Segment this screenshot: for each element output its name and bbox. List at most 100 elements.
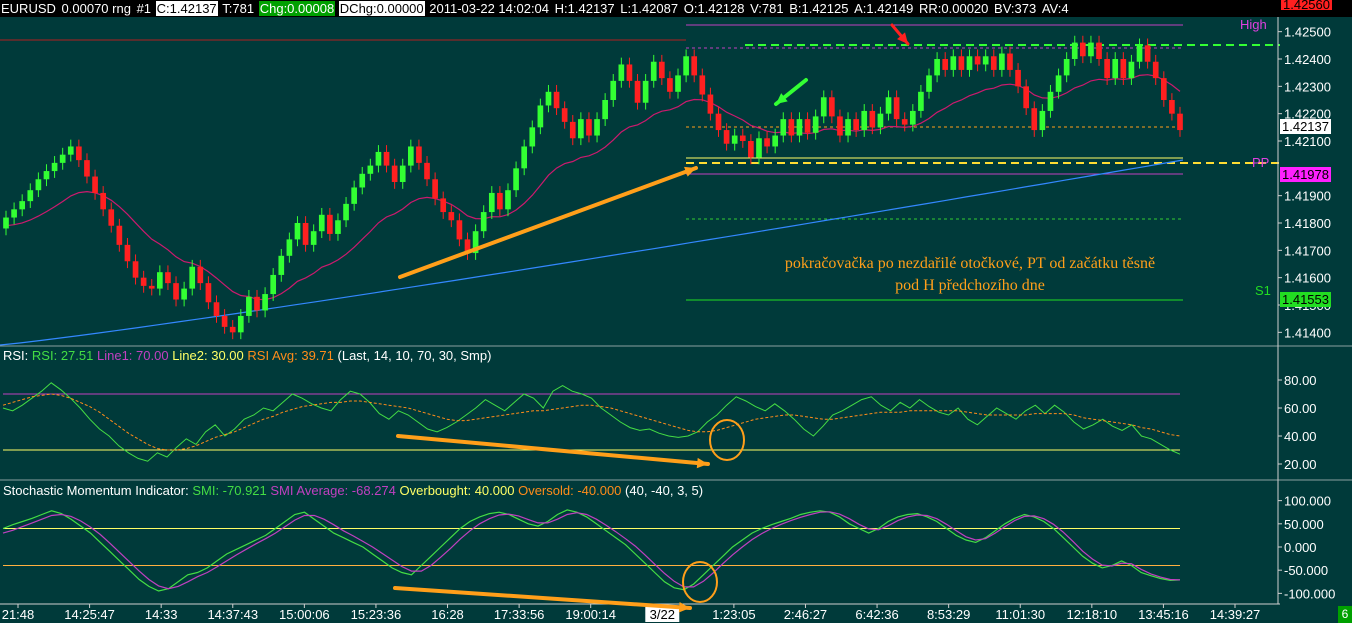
candle bbox=[84, 153, 90, 184]
candle-body bbox=[561, 108, 568, 122]
s1-price-tag: 1.41553 bbox=[1280, 292, 1331, 307]
symbol: EURUSD bbox=[1, 1, 56, 16]
candle bbox=[383, 145, 390, 173]
candle bbox=[699, 68, 706, 102]
candle-body bbox=[310, 231, 317, 245]
smi-avg-line bbox=[2, 511, 1181, 590]
rsi-circle bbox=[709, 419, 745, 461]
candle-body bbox=[804, 119, 811, 133]
candle-body bbox=[893, 97, 900, 120]
last-price-tag: 1.42137 bbox=[1280, 119, 1331, 134]
candle-body bbox=[189, 266, 196, 289]
candle bbox=[488, 186, 495, 219]
candle bbox=[359, 166, 366, 195]
corner-indicator: 6 bbox=[1338, 606, 1352, 623]
candle bbox=[148, 279, 155, 296]
candle bbox=[310, 224, 317, 252]
price-tick-label: 1.42100 bbox=[1284, 134, 1331, 149]
candle-body bbox=[715, 113, 722, 131]
candle-body bbox=[237, 315, 244, 333]
smi-tick-label: -100.000 bbox=[1284, 586, 1335, 601]
rsi-legend-line2: Line2: 30.00 bbox=[172, 348, 244, 363]
time-tick-label: 14:39:27 bbox=[1210, 607, 1261, 622]
candle bbox=[140, 270, 147, 293]
candle-body bbox=[739, 135, 746, 141]
candle-body bbox=[448, 212, 455, 221]
candle bbox=[942, 52, 949, 77]
candle bbox=[618, 57, 625, 88]
candle bbox=[302, 216, 309, 252]
chart-canvas[interactable]: 1.425001.424001.423001.422001.421001.419… bbox=[0, 0, 1352, 623]
candle-body bbox=[594, 119, 600, 136]
volume-value: V:781 bbox=[750, 1, 784, 16]
candle-body bbox=[885, 97, 892, 114]
candle-body bbox=[254, 296, 260, 311]
smi-tick-label: 100.000 bbox=[1284, 494, 1331, 509]
candle-body bbox=[1136, 45, 1143, 62]
candle-body bbox=[1080, 42, 1086, 57]
candle bbox=[407, 139, 414, 173]
candle bbox=[634, 74, 641, 110]
candle bbox=[1055, 68, 1062, 99]
candle bbox=[561, 101, 568, 129]
candle bbox=[1136, 38, 1143, 69]
candle bbox=[756, 131, 762, 165]
candle bbox=[513, 161, 519, 198]
candle-body bbox=[1047, 91, 1054, 111]
candle bbox=[610, 74, 617, 107]
candle-body bbox=[1160, 78, 1167, 100]
smi-tick-label: -50.000 bbox=[1284, 563, 1328, 578]
candle bbox=[59, 147, 66, 170]
price-tick-label: 1.41600 bbox=[1284, 271, 1331, 286]
smi-legend-overbought: Overbought: 40.000 bbox=[399, 483, 515, 498]
candle bbox=[837, 109, 843, 143]
candle-body bbox=[731, 135, 738, 144]
candle bbox=[1177, 106, 1183, 137]
candle bbox=[440, 191, 447, 219]
candle-body bbox=[553, 91, 560, 109]
candle bbox=[189, 259, 196, 296]
candle bbox=[335, 213, 341, 241]
candle-body bbox=[990, 56, 997, 70]
candle-body bbox=[480, 212, 487, 232]
candle bbox=[173, 276, 179, 307]
candle bbox=[1031, 101, 1038, 137]
candle bbox=[650, 54, 657, 88]
candle bbox=[246, 289, 252, 323]
candle bbox=[1047, 84, 1054, 118]
time-tick-label: 8:53:29 bbox=[927, 607, 970, 622]
candle bbox=[715, 106, 722, 137]
low-value: L:1.42087 bbox=[620, 1, 679, 16]
candle-body bbox=[407, 146, 414, 166]
candle bbox=[901, 112, 908, 132]
candle bbox=[262, 287, 268, 318]
candle bbox=[165, 265, 171, 290]
candle bbox=[1169, 93, 1175, 121]
candle-body bbox=[335, 220, 341, 234]
ask-value: A:1.42149 bbox=[854, 1, 914, 16]
candle-body bbox=[67, 146, 74, 155]
candle bbox=[375, 145, 382, 173]
bar-number: #1 bbox=[136, 1, 152, 16]
smi-legend-oversold: Oversold: -40.000 bbox=[518, 483, 622, 498]
candle-body bbox=[634, 80, 641, 103]
candle-body bbox=[756, 138, 762, 158]
annotation-line-2: pod H předchozího dne bbox=[895, 277, 1045, 294]
candle bbox=[642, 74, 649, 110]
candle bbox=[974, 49, 981, 72]
candle bbox=[116, 218, 123, 252]
candle-body bbox=[173, 283, 179, 300]
candle-body bbox=[205, 283, 212, 303]
candle bbox=[27, 183, 34, 208]
candle-body bbox=[723, 130, 730, 144]
s1-level-label: S1 bbox=[1255, 283, 1271, 298]
candle bbox=[861, 104, 868, 137]
candle-body bbox=[675, 75, 681, 92]
candle-body bbox=[610, 80, 617, 100]
smi-tick-label: 50.000 bbox=[1284, 517, 1324, 532]
candle bbox=[197, 259, 204, 290]
candle bbox=[92, 169, 98, 200]
candle-body bbox=[1007, 53, 1013, 70]
candle-body bbox=[521, 146, 528, 169]
rsi-legend-name: RSI: bbox=[3, 348, 29, 363]
